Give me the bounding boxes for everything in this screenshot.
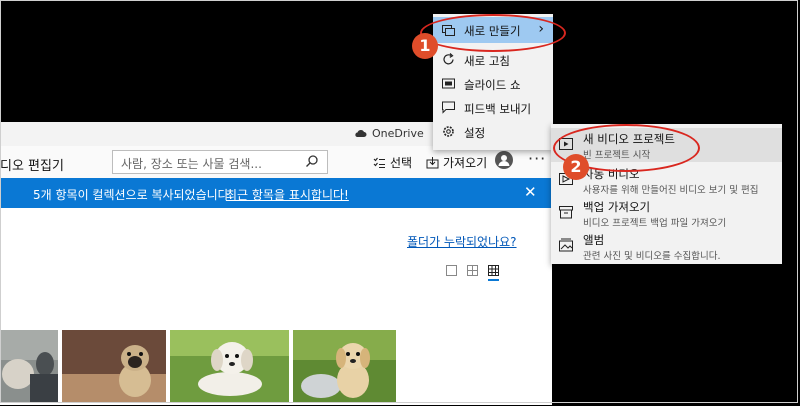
slideshow-icon: [442, 78, 455, 89]
close-icon[interactable]: ✕: [524, 183, 537, 201]
refresh-icon: [443, 53, 454, 65]
menu-item-label: 슬라이드 쇼: [464, 78, 521, 92]
annotation-badge-2: 2: [563, 154, 589, 180]
menu-item-slideshow[interactable]: 슬라이드 쇼: [433, 71, 553, 97]
select-button[interactable]: 선택: [373, 154, 412, 171]
banner-link[interactable]: 최근 항목을 표시합니다!: [226, 186, 349, 203]
chevron-right-icon: ›: [538, 21, 544, 37]
photo-thumbnail-dog-with-person[interactable]: [0, 330, 58, 403]
more-menu: 새로 만들기 › 새로 고침 슬라이드 쇼 피드백 보내기 설정: [433, 14, 553, 150]
submenu-item-subtitle: 비디오 프로젝트 백업 파일 가져오기: [583, 218, 727, 229]
app-title: 디오 편집기: [0, 159, 64, 174]
menu-item-label: 새로 고침: [464, 54, 510, 68]
checklist-icon: [373, 157, 385, 168]
banner-message: 5개 항목이 컬렉션으로 복사되었습니다.: [33, 188, 233, 202]
cloud-icon: [355, 130, 367, 137]
onedrive-status[interactable]: OneDrive: [354, 127, 424, 140]
photo-thumbnail-white-puppy[interactable]: [170, 330, 289, 403]
new-icon: [442, 25, 455, 36]
menu-item-refresh[interactable]: 새로 고침: [433, 47, 553, 73]
video-project-icon: [559, 138, 573, 150]
search-placeholder: 사람, 장소 또는 사물 검색...: [121, 157, 262, 171]
app-window: OneDrive 디오 편집기 사람, 장소 또는 사물 검색... 선택 가져…: [0, 122, 552, 405]
select-label: 선택: [390, 156, 413, 170]
menu-item-label: 새로 만들기: [464, 24, 521, 38]
medium-grid-icon[interactable]: [467, 265, 478, 276]
submenu-item-new-video-project[interactable]: 새 비디오 프로젝트 빈 프로젝트 시작: [551, 128, 782, 162]
menu-item-settings[interactable]: 설정: [433, 119, 553, 145]
menu-item-label: 설정: [464, 126, 486, 140]
notification-banner: 5개 항목이 컬렉션으로 복사되었습니다. 최근 항목을 표시합니다! ✕: [0, 178, 552, 208]
import-icon: [426, 156, 439, 168]
new-submenu: 새 비디오 프로젝트 빈 프로젝트 시작 자동 비디오 사용자를 위해 만들어진…: [551, 124, 782, 264]
toolbar: 디오 편집기 사람, 장소 또는 사물 검색... 선택 가져오기 ···: [0, 146, 552, 178]
backup-icon: [559, 206, 573, 219]
submenu-item-title: 백업 가져오기: [583, 200, 651, 214]
menu-item-label: 피드백 보내기: [464, 102, 532, 116]
submenu-item-album[interactable]: 앨범 관련 사진 및 비디오를 수집합니다.: [551, 229, 782, 263]
annotation-badge-1: 1: [412, 33, 438, 59]
search-input[interactable]: 사람, 장소 또는 사물 검색...: [112, 150, 328, 174]
single-view-icon[interactable]: [446, 265, 457, 276]
album-icon: [559, 238, 573, 252]
small-grid-icon[interactable]: [488, 265, 499, 281]
submenu-item-import-backup[interactable]: 백업 가져오기 비디오 프로젝트 백업 파일 가져오기: [551, 196, 782, 230]
view-switcher: [446, 265, 499, 281]
submenu-item-subtitle: 빈 프로젝트 시작: [583, 150, 651, 161]
submenu-item-title: 앨범: [583, 233, 605, 247]
onedrive-label: OneDrive: [372, 127, 424, 140]
search-icon[interactable]: [305, 154, 319, 168]
person-icon: [498, 155, 510, 166]
avatar[interactable]: [495, 151, 513, 169]
submenu-item-title: 새 비디오 프로젝트: [583, 132, 675, 146]
feedback-icon: [442, 101, 455, 114]
menu-item-new[interactable]: 새로 만들기 ›: [433, 17, 553, 43]
gear-icon: [443, 126, 454, 137]
import-button[interactable]: 가져오기: [426, 154, 487, 171]
submenu-item-subtitle: 사용자를 위해 만들어진 비디오 보기 및 편집: [583, 185, 759, 196]
photo-thumbnail-pug[interactable]: [62, 330, 166, 403]
more-button[interactable]: ···: [528, 149, 546, 168]
import-label: 가져오기: [443, 156, 488, 170]
submenu-item-subtitle: 관련 사진 및 비디오를 수집합니다.: [583, 251, 721, 262]
menu-item-feedback[interactable]: 피드백 보내기: [433, 95, 553, 121]
photo-thumbnail-puppy-in-bowl[interactable]: [293, 330, 396, 403]
submenu-item-title: 자동 비디오: [583, 167, 640, 181]
missing-folder-link[interactable]: 폴더가 누락되었나요?: [407, 233, 517, 250]
